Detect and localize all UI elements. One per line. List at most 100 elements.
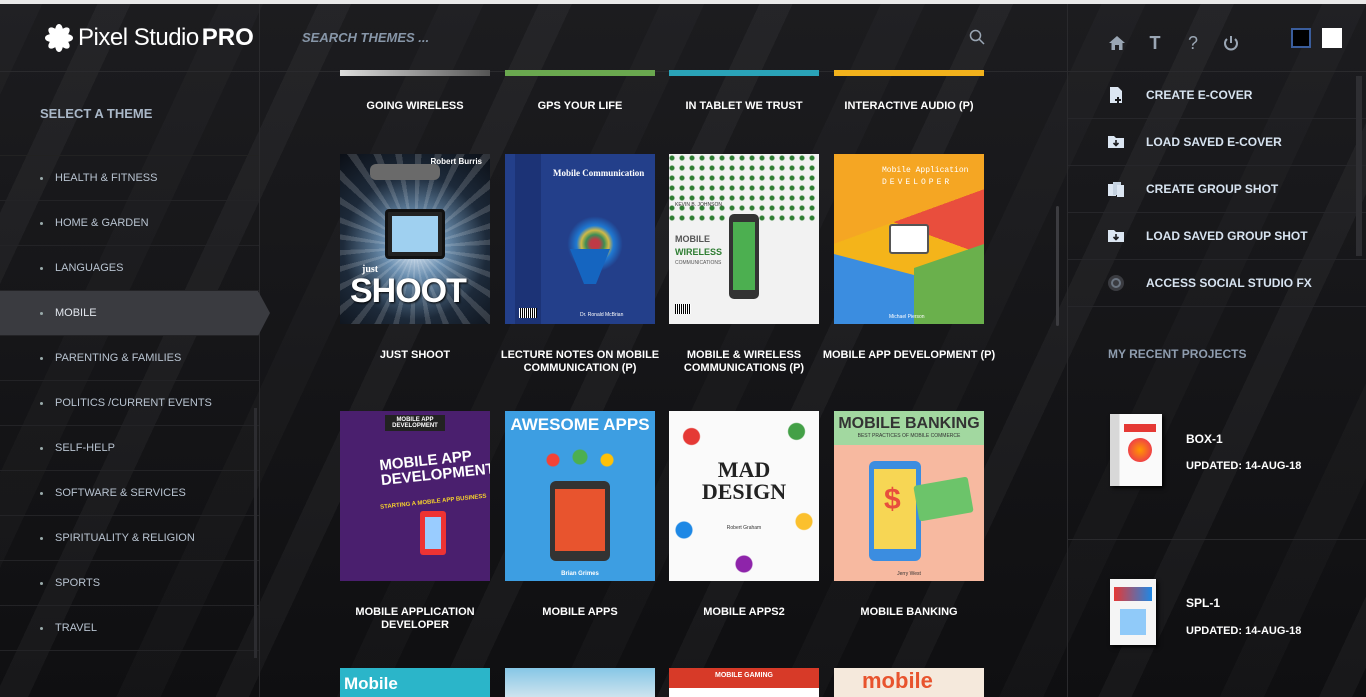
logo-pro: PRO <box>201 23 254 51</box>
social-fx-icon <box>1108 275 1124 291</box>
cover-image: Mobile Application DEVELOPER Michael Pie… <box>834 154 984 324</box>
project-name: SPL-1 <box>1186 596 1221 610</box>
help-icon[interactable]: ? <box>1184 34 1202 52</box>
theme-label: MOBILE APPLICATION DEVELOPER <box>355 606 475 631</box>
load-saved-group-shot-button[interactable]: LOAD SAVED GROUP SHOT <box>1068 213 1366 260</box>
cover-image <box>505 668 655 697</box>
actions-panel: T ? CREATE E-COVER LOAD SAVED E-COVER CR… <box>1067 4 1366 697</box>
folder-download-icon <box>1108 230 1124 242</box>
cover-title: MOBILE <box>675 234 710 244</box>
cover-author: KEVIN B. JOHNSON <box>675 202 722 208</box>
cover-subtitle2: COMMUNICATIONS <box>675 260 722 266</box>
sidebar-item-parenting-families[interactable]: PARENTING & FAMILIES <box>0 336 259 381</box>
theme-tile-just-shoot[interactable]: Robert Burris just SHOOT JUST SHOOT <box>340 154 490 361</box>
category-list: HEALTH & FITNESS HOME & GARDEN LANGUAGES… <box>0 156 270 651</box>
select-theme-heading: SELECT A THEME <box>0 72 259 156</box>
cover-subtitle: BEST PRACTICES OF MOBILE COMMERCE <box>857 433 961 439</box>
light-theme-swatch[interactable] <box>1322 28 1342 48</box>
theme-tile-mobile-gaming[interactable]: MOBILE GAMING <box>669 668 819 697</box>
sidebar-item-languages[interactable]: LANGUAGES <box>0 246 259 291</box>
cover-image: MOBILE APP DEVELOPMENT MOBILE APP DEVELO… <box>340 411 490 581</box>
cover-author: Brian Grimes <box>561 571 599 577</box>
load-saved-ecover-button[interactable]: LOAD SAVED E-COVER <box>1068 119 1366 166</box>
project-updated: UPDATED: 14-AUG-18 <box>1186 625 1302 637</box>
search-input[interactable] <box>302 30 702 45</box>
access-social-studio-fx-button[interactable]: ACCESS SOCIAL STUDIO FX <box>1068 260 1366 307</box>
home-icon[interactable] <box>1108 34 1126 52</box>
menu-scrollbar[interactable] <box>1356 76 1362 256</box>
cover-subtitle: WIRELESS <box>675 247 723 257</box>
gallery-scrollbar[interactable] <box>1056 206 1059 326</box>
theme-gallery: GOING WIRELESS GPS YOUR LIFE IN TABLET W… <box>260 4 1067 697</box>
theme-label: MOBILE & WIRELESS COMMUNICATIONS (P) <box>683 349 805 374</box>
cover-image: mobile <box>834 668 984 697</box>
cover-title: Mobile Application <box>882 166 969 175</box>
sidebar-item-software-services[interactable]: SOFTWARE & SERVICES <box>0 471 259 516</box>
sidebar-item-health-fitness[interactable]: HEALTH & FITNESS <box>0 156 259 201</box>
cover-badge: MOBILE APP DEVELOPMENT <box>385 415 445 431</box>
cover-image: MAD DESIGN Robert Graham <box>669 411 819 581</box>
cover-image: AWESOME APPS Brian Grimes <box>505 411 655 581</box>
search-icon[interactable] <box>969 29 985 45</box>
project-thumbnail <box>1110 579 1156 645</box>
sidebar-item-travel[interactable]: TRAVEL <box>0 606 259 651</box>
cover-title: SHOOT <box>350 272 467 310</box>
theme-tile-mobile-app-development[interactable]: Mobile Application DEVELOPER Michael Pie… <box>823 154 995 361</box>
theme-label: GPS YOUR LIFE <box>537 100 623 112</box>
create-group-shot-button[interactable]: CREATE GROUP SHOT <box>1068 166 1366 213</box>
recent-project-item[interactable]: BOX-1 UPDATED: 14-AUG-18 <box>1110 414 1350 504</box>
theme-tile[interactable] <box>505 668 655 697</box>
cover-author: Dr. Ronald McBrian <box>580 312 624 318</box>
theme-label: MOBILE APPS2 <box>703 606 785 618</box>
dark-theme-swatch[interactable] <box>1291 28 1311 48</box>
theme-tile-mobile-application-developer[interactable]: MOBILE APP DEVELOPMENT MOBILE APP DEVELO… <box>340 411 490 631</box>
theme-tile[interactable]: IN TABLET WE TRUST <box>669 70 819 112</box>
recent-projects-heading: MY RECENT PROJECTS <box>1108 347 1247 361</box>
logo[interactable]: Pixel Studio PRO <box>0 4 259 72</box>
sidebar-scrollbar[interactable] <box>254 408 257 658</box>
recent-project-item[interactable]: SPL-1 UPDATED: 14-AUG-18 <box>1110 579 1350 669</box>
theme-tile-mobile-computing[interactable]: Mobile Computing <box>340 668 490 697</box>
cover-title: Mobile Computing <box>344 674 434 697</box>
sidebar-item-spirituality-religion[interactable]: SPIRITUALITY & RELIGION <box>0 516 259 561</box>
theme-label: INTERACTIVE AUDIO (P) <box>844 100 974 112</box>
cover-author: Jerry West <box>897 571 921 577</box>
cover-title: AWESOME APPS <box>510 415 650 434</box>
cover-image: Robert Burris just SHOOT <box>340 154 490 324</box>
new-document-icon <box>1110 87 1122 103</box>
sidebar-item-mobile[interactable]: MOBILE <box>0 291 270 336</box>
cover-title: MOBILE BANKING <box>838 415 980 432</box>
theme-tile[interactable]: GOING WIRELESS <box>340 70 490 112</box>
text-icon[interactable]: T <box>1146 34 1164 52</box>
sidebar-item-home-garden[interactable]: HOME & GARDEN <box>0 201 259 246</box>
theme-tile-mobile-apps2[interactable]: MAD DESIGN Robert Graham MOBILE APPS2 <box>669 411 819 618</box>
theme-label: JUST SHOOT <box>379 349 451 361</box>
theme-label: MOBILE BANKING <box>860 606 958 618</box>
cover-author: Michael Pierson <box>889 314 925 320</box>
menu-label: LOAD SAVED E-COVER <box>1146 135 1282 149</box>
theme-tile[interactable]: mobile <box>834 668 984 697</box>
sidebar-item-politics[interactable]: POLITICS /CURRENT EVENTS <box>0 381 259 426</box>
theme-tile[interactable]: INTERACTIVE AUDIO (P) <box>834 70 984 112</box>
cover-subtitle: DEVELOPER <box>882 178 953 187</box>
theme-tile[interactable]: GPS YOUR LIFE <box>505 70 655 112</box>
cover-image: Mobile Computing <box>340 668 490 697</box>
sidebar-item-self-help[interactable]: SELF-HELP <box>0 426 259 471</box>
window-top-border <box>0 0 1366 4</box>
menu-label: ACCESS SOCIAL STUDIO FX <box>1146 276 1312 290</box>
theme-tile-lecture-notes[interactable]: Mobile Communication Dr. Ronald McBrian … <box>501 154 659 374</box>
project-name: BOX-1 <box>1186 432 1223 446</box>
power-icon[interactable] <box>1222 34 1240 52</box>
cover-title: Mobile Communication <box>553 168 645 178</box>
theme-tile-mobile-banking[interactable]: MOBILE BANKING BEST PRACTICES OF MOBILE … <box>834 411 984 618</box>
theme-tile-mobile-apps[interactable]: AWESOME APPS Brian Grimes MOBILE APPS <box>505 411 655 618</box>
theme-tile-mobile-wireless[interactable]: KEVIN B. JOHNSON MOBILE WIRELESS COMMUNI… <box>669 154 819 374</box>
cover-image: Mobile Communication Dr. Ronald McBrian <box>505 154 655 324</box>
cover-image: MOBILE GAMING <box>669 668 819 697</box>
create-ecover-button[interactable]: CREATE E-COVER <box>1068 72 1366 119</box>
cover-author: Robert Graham <box>726 525 762 531</box>
cover-subtitle: STARTING A MOBILE APP BUSINESS <box>379 493 487 511</box>
theme-sidebar: Pixel Studio PRO SELECT A THEME HEALTH &… <box>0 4 270 697</box>
cover-image: KEVIN B. JOHNSON MOBILE WIRELESS COMMUNI… <box>669 154 819 324</box>
sidebar-item-sports[interactable]: SPORTS <box>0 561 259 606</box>
